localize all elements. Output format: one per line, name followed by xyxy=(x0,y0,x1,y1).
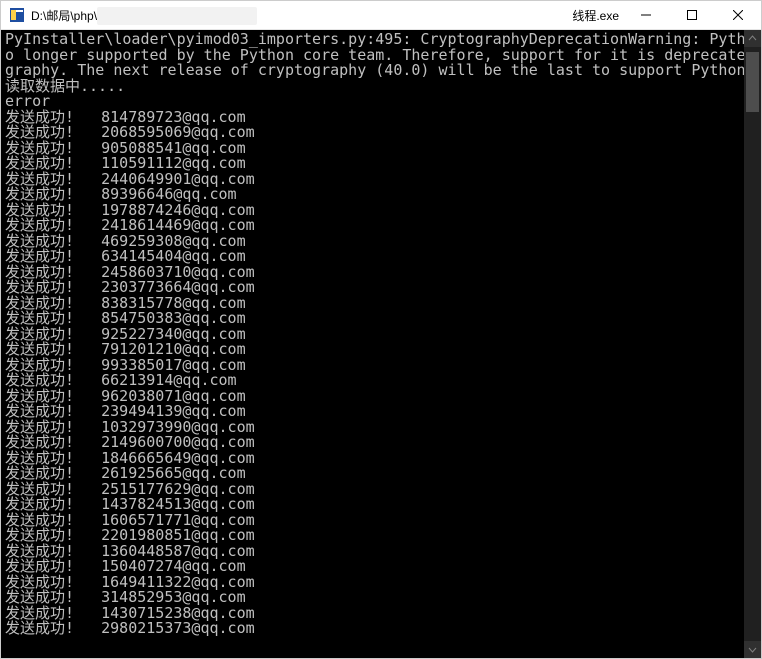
scroll-thumb[interactable] xyxy=(746,52,759,112)
scrollbar-vertical[interactable] xyxy=(744,30,761,658)
minimize-button[interactable] xyxy=(623,1,669,29)
maximize-button[interactable] xyxy=(669,1,715,29)
window-title-prefix: D:\邮局\php\ xyxy=(31,7,97,24)
scroll-up-button[interactable] xyxy=(744,30,761,47)
app-window: D:\邮局\php\ 线程.exe PyInstaller\loader\pyi… xyxy=(0,0,762,659)
window-title-suffix: 线程.exe xyxy=(572,7,619,24)
window-controls xyxy=(623,1,761,29)
app-icon xyxy=(9,7,25,23)
title-redacted-region xyxy=(97,1,572,29)
scroll-down-button[interactable] xyxy=(744,641,761,658)
close-button[interactable] xyxy=(715,1,761,29)
send-log: 发送成功! 814789723@qq.com 发送成功! 2068595069@… xyxy=(5,108,255,638)
console-output[interactable]: PyInstaller\loader\pyimod03_importers.py… xyxy=(1,30,761,658)
titlebar[interactable]: D:\邮局\php\ 线程.exe xyxy=(1,1,761,30)
